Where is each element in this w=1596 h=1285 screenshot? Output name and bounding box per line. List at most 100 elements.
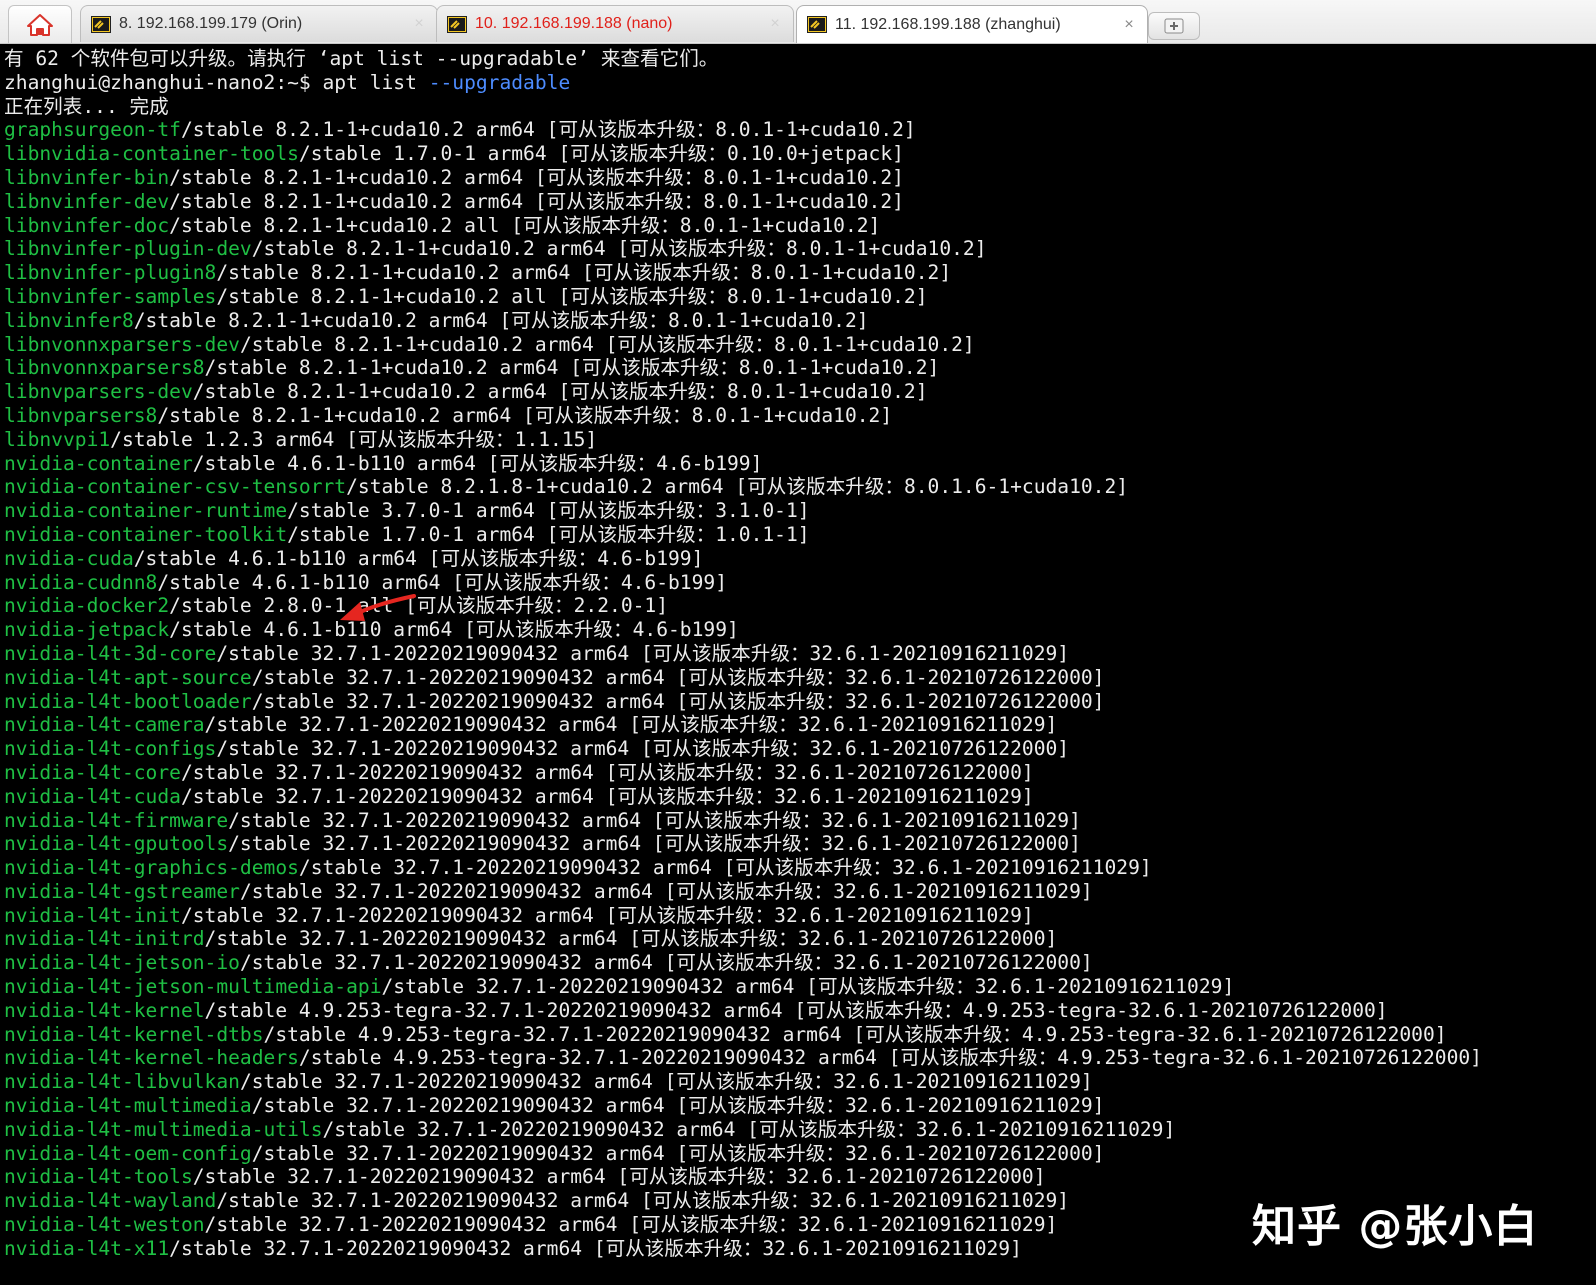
tab-label: 11. 192.168.199.188 (zhanghui) (835, 15, 1061, 33)
package-row: nvidia-l4t-configs/stable 32.7.1-2022021… (4, 737, 1482, 761)
terminal-icon (91, 15, 111, 33)
package-name: nvidia-l4t-camera (4, 713, 205, 737)
package-version-info: /stable 8.2.1-1+cuda10.2 arm64 [可从该版本升级：… (192, 380, 928, 404)
package-name: nvidia-l4t-cuda (4, 784, 181, 808)
package-version-info: /stable 32.7.1-20220219090432 arm64 [可从该… (228, 832, 1081, 856)
package-row: nvidia-l4t-gstreamer/stable 32.7.1-20220… (4, 880, 1482, 904)
package-name: libnvonnxparsers-dev (4, 332, 240, 356)
package-name: libnvvpi1 (4, 427, 111, 451)
package-name: nvidia-container-toolkit (4, 522, 288, 546)
package-row: nvidia-docker2/stable 2.8.0-1 all [可从该版本… (4, 594, 1482, 618)
listing-status: 正在列表... 完成 (4, 94, 169, 118)
close-icon[interactable]: × (767, 15, 783, 33)
package-name: nvidia-l4t-libvulkan (4, 1070, 240, 1094)
tab-bar: 8. 192.168.199.179 (Orin) × 10. 192.168.… (0, 0, 1596, 44)
package-version-info: /stable 4.9.253-tegra-32.7.1-20220219090… (263, 1022, 1447, 1046)
package-version-info: /stable 32.7.1-20220219090432 arm64 [可从该… (251, 689, 1105, 713)
package-name: libnvinfer-doc (4, 213, 170, 237)
package-name: nvidia-l4t-x11 (4, 1236, 170, 1260)
package-name: nvidia-container-csv-tensorrt (4, 475, 347, 499)
close-icon[interactable]: × (411, 15, 427, 33)
new-tab-button[interactable] (1148, 12, 1200, 40)
package-name: nvidia-l4t-3d-core (4, 641, 217, 665)
tab-label: 8. 192.168.199.179 (Orin) (119, 15, 303, 32)
package-row: libnvinfer-plugin8/stable 8.2.1-1+cuda10… (4, 261, 1482, 285)
package-row: libnvinfer-plugin-dev/stable 8.2.1-1+cud… (4, 237, 1482, 261)
shell-prompt: zhanghui@zhanghui-nano2:~$ (4, 70, 323, 94)
package-row: nvidia-l4t-multimedia-utils/stable 32.7.… (4, 1118, 1482, 1142)
package-row: libnvinfer8/stable 8.2.1-1+cuda10.2 arm6… (4, 309, 1482, 333)
package-row: libnvidia-container-tools/stable 1.7.0-1… (4, 142, 1482, 166)
package-row: nvidia-cuda/stable 4.6.1-b110 arm64 [可从该… (4, 547, 1482, 571)
package-version-info: /stable 32.7.1-20220219090432 arm64 [可从该… (298, 856, 1152, 880)
terminal-output[interactable]: 有 62 个软件包可以升级。请执行 ‘apt list --upgradable… (0, 44, 1596, 1285)
package-row: nvidia-l4t-multimedia/stable 32.7.1-2022… (4, 1094, 1482, 1118)
package-name: nvidia-container (4, 451, 193, 475)
tab-zhanghui[interactable]: 11. 192.168.199.188 (zhanghui) × (796, 5, 1148, 43)
package-version-info: /stable 8.2.1-1+cuda10.2 all [可从该版本升级：8.… (216, 284, 928, 308)
package-name: nvidia-docker2 (4, 594, 170, 618)
package-version-info: /stable 8.2.1-1+cuda10.2 arm64 [可从该版本升级：… (204, 356, 940, 380)
tab-orin[interactable]: 8. 192.168.199.179 (Orin) × (80, 5, 438, 42)
package-row: libnvinfer-doc/stable 8.2.1-1+cuda10.2 a… (4, 214, 1482, 238)
package-name: nvidia-l4t-apt-source (4, 665, 252, 689)
package-version-info: /stable 32.7.1-20220219090432 arm64 [可从该… (251, 1094, 1105, 1118)
package-row: libnvinfer-bin/stable 8.2.1-1+cuda10.2 a… (4, 166, 1482, 190)
package-row: nvidia-l4t-jetson-multimedia-api/stable … (4, 975, 1482, 999)
tab-nano[interactable]: 10. 192.168.199.188 (nano) × (436, 5, 794, 42)
package-name: nvidia-cudnn8 (4, 570, 158, 594)
package-name: nvidia-l4t-weston (4, 1213, 205, 1237)
package-version-info: /stable 32.7.1-20220219090432 arm64 [可从该… (381, 975, 1235, 999)
package-name: libnvonnxparsers8 (4, 356, 205, 380)
package-row: nvidia-l4t-3d-core/stable 32.7.1-2022021… (4, 642, 1482, 666)
package-name: nvidia-l4t-init (4, 903, 181, 927)
package-version-info: /stable 8.2.1-1+cuda10.2 arm64 [可从该版本升级：… (180, 118, 916, 142)
package-name: nvidia-l4t-oem-config (4, 1141, 252, 1165)
package-row: libnvonnxparsers-dev/stable 8.2.1-1+cuda… (4, 333, 1482, 357)
package-version-info: /stable 1.2.3 arm64 [可从该版本升级：1.1.15] (110, 427, 598, 451)
package-version-info: /stable 32.7.1-20220219090432 arm64 [可从该… (180, 903, 1034, 927)
package-version-info: /stable 8.2.1-1+cuda10.2 arm64 [可从该版本升级：… (216, 261, 952, 285)
package-version-info: /stable 32.7.1-20220219090432 arm64 [可从该… (204, 927, 1058, 951)
package-name: nvidia-l4t-firmware (4, 808, 229, 832)
package-row: nvidia-cudnn8/stable 4.6.1-b110 arm64 [可… (4, 571, 1482, 595)
package-name: libnvidia-container-tools (4, 142, 299, 166)
package-version-info: /stable 32.7.1-20220219090432 arm64 [可从该… (322, 1117, 1176, 1141)
package-version-info: /stable 32.7.1-20220219090432 arm64 [可从该… (192, 1165, 1046, 1189)
package-row: nvidia-l4t-jetson-io/stable 32.7.1-20220… (4, 951, 1482, 975)
home-icon (27, 13, 53, 36)
package-row: nvidia-container-runtime/stable 3.7.0-1 … (4, 499, 1482, 523)
package-version-info: /stable 32.7.1-20220219090432 arm64 [可从该… (239, 879, 1093, 903)
terminal-lines: 有 62 个软件包可以升级。请执行 ‘apt list --upgradable… (4, 47, 1482, 1261)
package-version-info: /stable 32.7.1-20220219090432 arm64 [可从该… (180, 760, 1034, 784)
package-row: nvidia-jetpack/stable 4.6.1-b110 arm64 [… (4, 618, 1482, 642)
package-name: nvidia-container-runtime (4, 499, 288, 523)
watermark: 知乎 @张小白 (1252, 1201, 1539, 1252)
package-name: nvidia-l4t-graphics-demos (4, 856, 299, 880)
package-row: libnvinfer-dev/stable 8.2.1-1+cuda10.2 a… (4, 190, 1482, 214)
home-tab[interactable] (8, 5, 72, 43)
package-version-info: /stable 4.6.1-b110 arm64 [可从该版本升级：4.6-b1… (192, 451, 763, 475)
package-name: nvidia-jetpack (4, 618, 170, 642)
terminal-icon (807, 16, 827, 33)
package-version-info: /stable 8.2.1-1+cuda10.2 all [可从该版本升级：8.… (169, 213, 881, 237)
package-name: nvidia-l4t-configs (4, 737, 217, 761)
package-row: nvidia-container-toolkit/stable 1.7.0-1 … (4, 523, 1482, 547)
package-row: libnvparsers-dev/stable 8.2.1-1+cuda10.2… (4, 380, 1482, 404)
package-row: nvidia-l4t-initrd/stable 32.7.1-20220219… (4, 927, 1482, 951)
package-name: libnvinfer-samples (4, 284, 217, 308)
close-icon[interactable]: × (1121, 16, 1137, 34)
package-version-info: /stable 32.7.1-20220219090432 arm64 [可从该… (216, 737, 1070, 761)
package-row: nvidia-l4t-bootloader/stable 32.7.1-2022… (4, 690, 1482, 714)
package-row: nvidia-l4t-oem-config/stable 32.7.1-2022… (4, 1142, 1482, 1166)
package-version-info: /stable 32.7.1-20220219090432 arm64 [可从该… (251, 665, 1105, 689)
package-name: nvidia-l4t-jetson-multimedia-api (4, 975, 382, 999)
package-version-info: /stable 4.6.1-b110 arm64 [可从该版本升级：4.6-b1… (169, 618, 739, 642)
package-row: libnvonnxparsers8/stable 8.2.1-1+cuda10.… (4, 356, 1482, 380)
package-row: nvidia-container-csv-tensorrt/stable 8.2… (4, 475, 1482, 499)
package-row: nvidia-l4t-tools/stable 32.7.1-202202190… (4, 1165, 1482, 1189)
package-row: nvidia-l4t-camera/stable 32.7.1-20220219… (4, 713, 1482, 737)
package-version-info: /stable 2.8.0-1 all [可从该版本升级：2.2.0-1] (169, 594, 669, 618)
package-name: nvidia-l4t-gputools (4, 832, 229, 856)
package-row: libnvvpi1/stable 1.2.3 arm64 [可从该版本升级：1.… (4, 428, 1482, 452)
